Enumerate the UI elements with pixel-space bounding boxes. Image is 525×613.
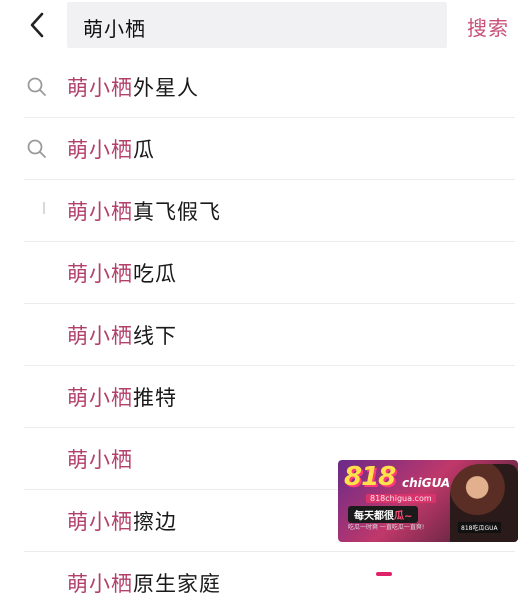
suggestion-item[interactable]: 萌小栖推特	[24, 366, 515, 428]
ad-brand-suffix: chiGUA	[402, 476, 451, 490]
suggestion-item[interactable]: 萌小栖线下	[24, 304, 515, 366]
suggestion-item[interactable]: 萌小栖原生家庭	[24, 552, 515, 613]
ad-url: 818chigua.com	[366, 494, 436, 503]
suggestion-text: 萌小栖擦边	[67, 510, 177, 534]
suggestion-text: 萌小栖推特	[67, 386, 177, 410]
suggestion-item[interactable]: 萌小栖吃瓜	[24, 242, 515, 304]
search-icon	[27, 77, 46, 96]
ad-tagline: 吃瓜一时爽 一直吃瓜一直爽!	[348, 524, 425, 531]
accent-mark	[376, 572, 392, 576]
suggestion-text: 萌小栖瓜	[67, 138, 155, 162]
search-header: 萌小栖 搜索	[0, 0, 525, 52]
suggestion-text: 萌小栖线下	[67, 324, 177, 348]
suggestion-text: 萌小栖原生家庭	[67, 572, 221, 596]
search-query-text: 萌小栖	[83, 17, 146, 41]
back-button[interactable]	[22, 8, 56, 42]
suggestion-text: 萌小栖	[67, 448, 133, 472]
search-icon	[27, 139, 46, 158]
suggestion-item[interactable]: 萌小栖瓜	[24, 118, 515, 180]
search-input[interactable]: 萌小栖	[67, 2, 447, 48]
suggestion-text: 萌小栖外星人	[67, 76, 199, 100]
watermark-ad-banner[interactable]: 818 chiGUA 818chigua.com 每天都很瓜~ 吃瓜一时爽 一直…	[338, 460, 518, 542]
chevron-left-icon	[30, 12, 44, 38]
suggestion-item[interactable]: 萌小栖真飞假飞	[24, 180, 515, 242]
suggestion-text: 萌小栖真飞假飞	[67, 200, 221, 224]
ad-slogan: 每天都很瓜~	[348, 506, 419, 523]
search-button[interactable]: 搜索	[467, 12, 509, 41]
ad-brand: 818	[344, 462, 396, 492]
suggestion-text: 萌小栖吃瓜	[67, 262, 177, 286]
ad-badge: 818吃瓜GUA	[458, 522, 501, 533]
suggestion-item[interactable]: 萌小栖外星人	[24, 56, 515, 118]
divider-mark	[43, 202, 45, 214]
